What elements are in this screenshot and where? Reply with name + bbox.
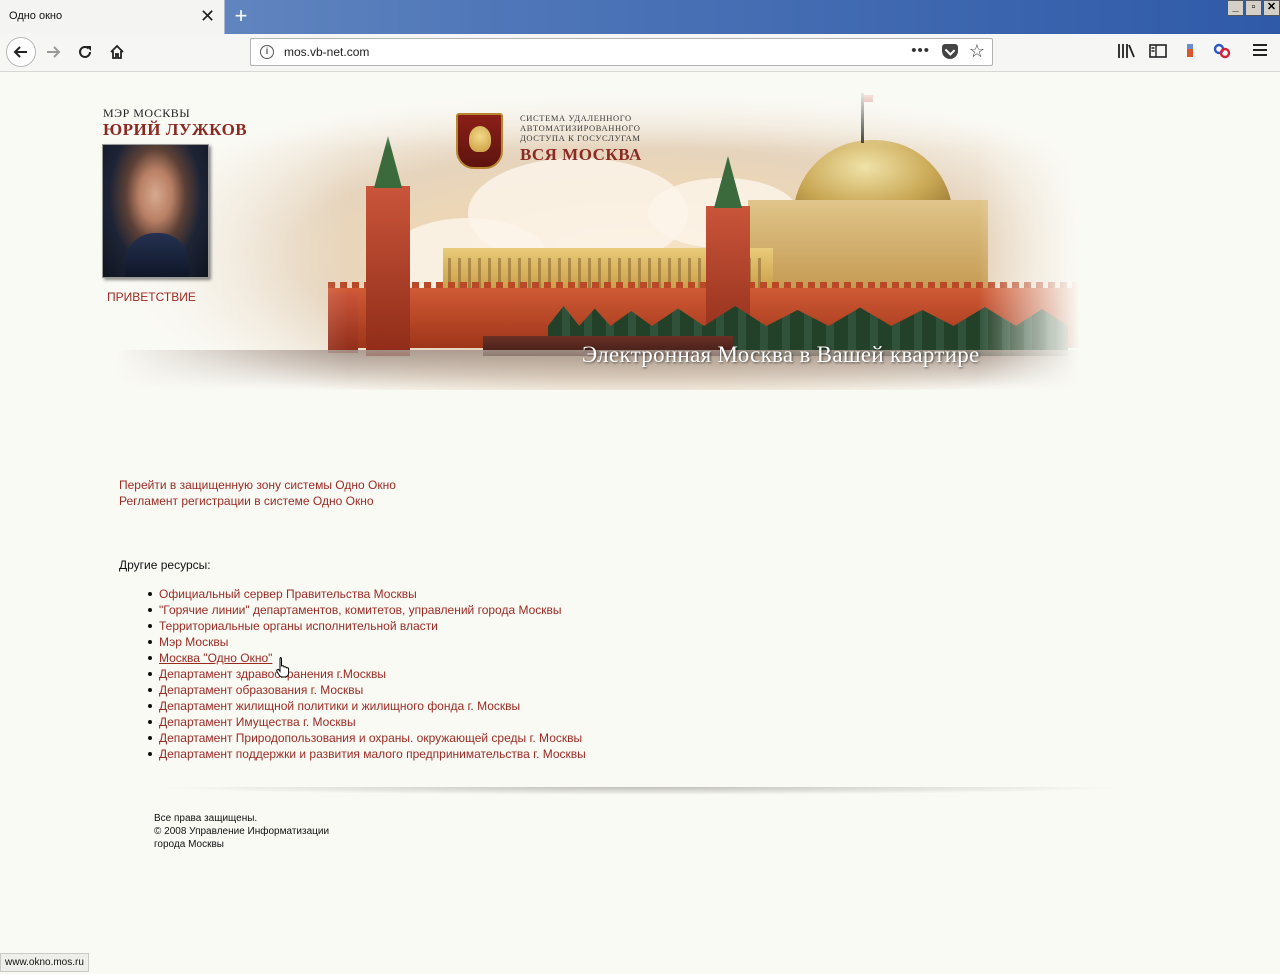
list-item: Департамент образования г. Москвы (145, 682, 586, 698)
mayor-photo[interactable] (102, 144, 209, 278)
senate-building (748, 200, 988, 290)
extension-icon[interactable] (1180, 43, 1200, 63)
system-line: АВТОМАТИЗИРОВАННОГО (520, 123, 641, 133)
sidebar-icon[interactable] (1148, 43, 1168, 63)
secure-zone-link[interactable]: Перейти в защищенную зону системы Одно О… (119, 477, 396, 493)
list-item: Департамент Имущества г. Москвы (145, 714, 586, 730)
reload-icon (79, 45, 91, 58)
resource-link[interactable]: Департамент образования г. Москвы (159, 682, 586, 698)
footer-rights: Все права защищены. (154, 813, 258, 824)
forward-button[interactable] (38, 37, 68, 67)
system-line: ДОСТУПА К ГОСУСЛУГАМ (520, 133, 641, 143)
list-item: Департамент жилищной политики и жилищног… (145, 698, 586, 714)
other-resources-heading: Другие ресурсы: (119, 558, 211, 572)
list-item: Москва "Одно Окно" (145, 650, 586, 666)
back-button[interactable] (6, 37, 36, 67)
resource-link[interactable]: "Горячие линии" департаментов, комитетов… (159, 602, 586, 618)
system-description: СИСТЕМА УДАЛЕННОГО АВТОМАТИЗИРОВАННОГО Д… (520, 113, 641, 143)
home-icon (110, 44, 124, 59)
pocket-icon[interactable] (942, 44, 958, 59)
resource-link[interactable]: Департамент Природопользования и охраны.… (159, 730, 586, 746)
banner-tagline: Электронная Москва в Вашей квартире (582, 342, 980, 367)
forward-arrow-icon (47, 46, 61, 58)
home-button[interactable] (102, 37, 132, 67)
resource-link[interactable]: Официальный сервер Правительства Москвы (159, 586, 586, 602)
tower-spire (714, 156, 742, 208)
tab-bar: Одно окно ✕ + _ ▫ ✕ (0, 0, 1280, 34)
resource-link[interactable]: Департамент Имущества г. Москвы (159, 714, 586, 730)
spasskaya-tower (366, 186, 410, 356)
resource-link-hovered[interactable]: Москва "Одно Окно" (159, 650, 586, 666)
reload-button[interactable] (70, 37, 100, 67)
page-actions-icon[interactable]: ••• (911, 42, 930, 59)
resource-link[interactable]: Мэр Москвы (159, 634, 586, 650)
greeting-link[interactable]: ПРИВЕТСТВИЕ (107, 290, 196, 304)
list-item: Департамент здравоохранения г.Москвы (145, 666, 586, 682)
window-controls: _ ▫ ✕ (1226, 0, 1280, 16)
list-item: Территориальные органы исполнительной вл… (145, 618, 586, 634)
footer-copyright: © 2008 Управление Информатизации (154, 826, 330, 837)
status-bar: www.okno.mos.ru (0, 953, 89, 972)
moscow-emblem-icon (456, 113, 503, 169)
link-extension-icon[interactable] (1212, 43, 1232, 63)
mayor-block: МЭР МОСКВЫ ЮРИЙ ЛУЖКОВ (103, 106, 247, 140)
list-item: Департамент поддержки и развития малого … (145, 746, 586, 762)
banner-fade (978, 88, 1098, 390)
mayor-title: МЭР МОСКВЫ (103, 106, 191, 120)
back-arrow-icon (13, 46, 27, 58)
new-tab-button[interactable]: + (230, 2, 252, 30)
resource-link[interactable]: Департамент поддержки и развития малого … (159, 746, 586, 762)
tab-title: Одно окно (9, 10, 63, 22)
navigation-bar: i mos.vb-net.com ••• ☆ (0, 34, 1280, 72)
list-item: Департамент Природопользования и охраны.… (145, 730, 586, 746)
minimize-button[interactable]: _ (1227, 0, 1244, 16)
resources-list: Официальный сервер Правительства Москвы … (145, 586, 586, 762)
system-name: ВСЯ МОСКВА (520, 145, 642, 164)
resource-link[interactable]: Департамент жилищной политики и жилищног… (159, 698, 586, 714)
list-item: Официальный сервер Правительства Москвы (145, 586, 586, 602)
hand-cursor-icon (276, 657, 290, 678)
mayor-photo-shirt (125, 233, 189, 277)
star-icon[interactable]: ☆ (969, 41, 985, 62)
main-links: Перейти в защищенную зону системы Одно О… (119, 477, 396, 509)
registration-rules-link[interactable]: Регламент регистрации в системе Одно Окн… (119, 493, 396, 509)
mayor-name: ЮРИЙ ЛУЖКОВ (103, 120, 248, 139)
system-line: СИСТЕМА УДАЛЕННОГО (520, 113, 632, 123)
close-window-button[interactable]: ✕ (1263, 0, 1280, 16)
url-text[interactable]: mos.vb-net.com (284, 45, 369, 59)
active-tab[interactable]: Одно окно ✕ (0, 0, 225, 34)
footer: Все права защищены. © 2008 Управление Ин… (154, 812, 329, 851)
footer-divider (150, 787, 1130, 795)
library-icon[interactable] (1116, 43, 1136, 63)
info-icon[interactable]: i (260, 45, 274, 59)
footer-copyright-city: города Москвы (154, 839, 224, 850)
restore-button[interactable]: ▫ (1245, 0, 1262, 16)
resource-link[interactable]: Департамент здравоохранения г.Москвы (159, 666, 586, 682)
tab-close-icon[interactable]: ✕ (200, 6, 215, 26)
list-item: "Горячие линии" департаментов, комитетов… (145, 602, 586, 618)
address-bar[interactable]: i mos.vb-net.com ••• ☆ (250, 38, 993, 66)
menu-icon[interactable] (1250, 43, 1270, 63)
resource-link[interactable]: Территориальные органы исполнительной вл… (159, 618, 586, 634)
list-item: Мэр Москвы (145, 634, 586, 650)
